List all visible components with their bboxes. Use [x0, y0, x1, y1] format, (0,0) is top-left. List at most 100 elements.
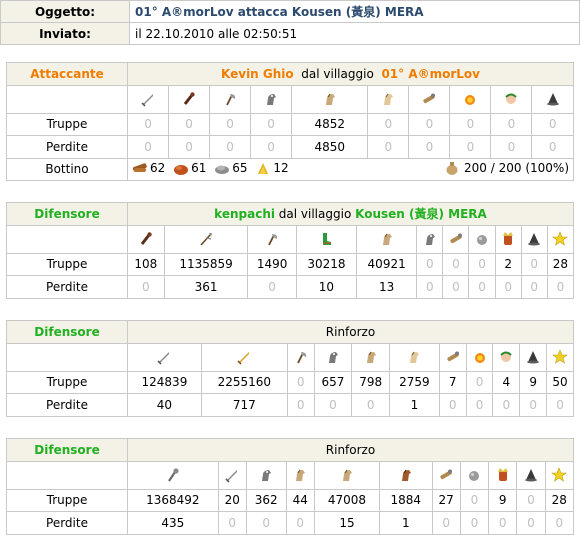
troop-count: 0 [250, 112, 293, 136]
loss-count: 0 [367, 135, 410, 159]
loss-count: 0 [492, 393, 521, 417]
unit-icon-cell [492, 342, 521, 372]
unit-icon-cell [313, 460, 381, 490]
horse-light-icon [406, 349, 422, 365]
unit-icon-cell [163, 224, 249, 254]
loss-count: 0 [465, 393, 494, 417]
crop-icon [255, 160, 271, 176]
defender1-troops-row: Truppe 108 1135859 1490 30218 40921 0 0 0 2 0 28 [6, 252, 575, 276]
settler-icon [525, 349, 541, 365]
subject-label: Oggetto: [0, 0, 130, 23]
loss-count: 0 [217, 511, 247, 535]
loss-count: 4850 [291, 135, 369, 159]
unit-icon-cell [200, 342, 288, 372]
troop-count: 1884 [379, 488, 433, 512]
loss-count: 10 [295, 275, 358, 299]
unit-icon-cell [291, 84, 369, 114]
unit-icon-cell [379, 460, 433, 490]
unit-icon-cell [438, 342, 467, 372]
troop-count: 124839 [127, 370, 202, 394]
loss-count: 0 [438, 393, 467, 417]
loss-count: 0 [416, 275, 444, 299]
troop-count: 47008 [313, 488, 381, 512]
troop-count: 4 [492, 370, 521, 394]
loot-row: Bottino 62 61 65 12 200 / 200 (100%) [6, 157, 574, 181]
troop-count: 0 [465, 370, 494, 394]
unit-icon-cell [519, 342, 548, 372]
horse-icon [339, 467, 355, 483]
troop-count: 0 [449, 112, 492, 136]
defender-player-link[interactable]: kenpachi [214, 207, 275, 221]
unit-icon-cell [351, 342, 391, 372]
loss-count: 0 [209, 135, 252, 159]
troops-label: Truppe [6, 252, 128, 276]
loss-count: 717 [200, 393, 288, 417]
defender2-icons-row [6, 342, 574, 372]
attacker-village-link[interactable]: 01° A®morLov [381, 67, 480, 81]
loss-count: 0 [516, 511, 546, 535]
attacker-icons-row [6, 84, 574, 114]
attacker-player-link[interactable]: Kevin Ghio [221, 67, 294, 81]
losses-label: Perdite [6, 393, 128, 417]
club-icon [181, 91, 197, 107]
defender-title: kenpachi dal villaggio Kousen (黃泉) MERA [127, 202, 574, 226]
losses-label: Perdite [6, 135, 128, 159]
loss-count: 0 [168, 135, 211, 159]
defender1-losses-row: Perdite 0 361 0 10 13 0 0 0 0 0 0 [6, 275, 575, 299]
troops-label: Truppe [6, 488, 128, 512]
loss-count: 435 [127, 511, 219, 535]
unit-icon-cell [408, 84, 451, 114]
unit-icon-cell [431, 460, 461, 490]
defender-role: Difensore [6, 320, 128, 344]
defender-role: Difensore [6, 202, 128, 226]
unit-icon-cell [127, 342, 202, 372]
clay-icon [173, 160, 189, 176]
horse-icon [322, 91, 338, 107]
troop-count: 0 [459, 488, 490, 512]
troop-count: 0 [209, 112, 252, 136]
loss-count: 0 [442, 275, 470, 299]
loss-count: 0 [459, 511, 490, 535]
troop-count: 50 [546, 370, 574, 394]
loss-count: 0 [351, 393, 391, 417]
troop-count: 2 [494, 252, 522, 276]
loss-count: 0 [431, 511, 461, 535]
hero-icon [551, 467, 568, 483]
loss-count: 13 [356, 275, 418, 299]
chief-icon [495, 467, 511, 483]
troop-count: 798 [351, 370, 391, 394]
troop-count: 2759 [389, 370, 440, 394]
unit-icon-cell [367, 84, 410, 114]
attacker-table: Attaccante Kevin Ghio dal villaggio 01° … [6, 62, 574, 181]
losses-label: Perdite [6, 275, 128, 299]
troop-count: 30218 [295, 252, 358, 276]
defender-table-1: Difensore kenpachi dal villaggio Kousen … [6, 202, 575, 299]
defender-village-link[interactable]: Kousen (黃泉) MERA [355, 207, 487, 221]
scout-horse-icon [422, 231, 438, 247]
iron-icon [214, 160, 230, 176]
loss-count: 15 [313, 511, 381, 535]
unit-icon-cell [520, 224, 548, 254]
loot-clay: 61 [191, 160, 207, 175]
loss-count: 40 [127, 393, 202, 417]
unit-icon-cell [442, 224, 470, 254]
loss-count: 0 [245, 511, 287, 535]
troop-count: 44 [285, 488, 315, 512]
troop-count: 28 [544, 488, 575, 512]
troop-count: 1490 [247, 252, 297, 276]
ram-icon [438, 467, 454, 483]
horse-icon [292, 467, 308, 483]
loss-count: 361 [163, 275, 249, 299]
ram-icon [448, 231, 464, 247]
unit-icon-cell [285, 460, 315, 490]
defender-table-3: Difensore Rinforzo Truppe 1368492 20 362 44 4… [6, 438, 575, 535]
troop-count: 0 [520, 252, 548, 276]
loot-crop: 12 [273, 160, 289, 175]
settler-icon [523, 467, 539, 483]
troop-count: 0 [490, 112, 533, 136]
troop-count: 0 [531, 112, 574, 136]
loss-count: 0 [546, 393, 574, 417]
boot-icon [318, 231, 334, 247]
settler-icon [545, 91, 561, 107]
loss-count: 0 [126, 135, 170, 159]
